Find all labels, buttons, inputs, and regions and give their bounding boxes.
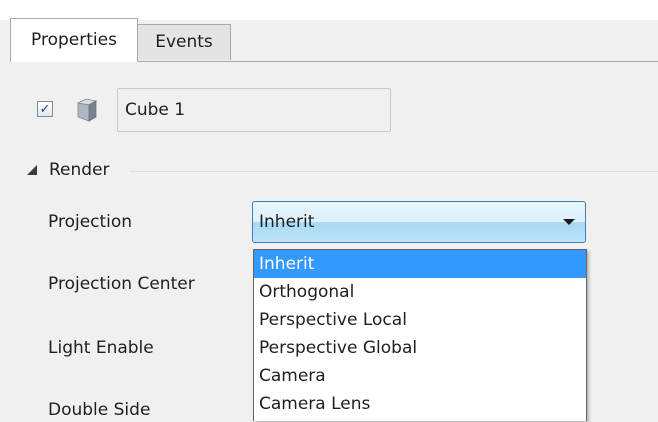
tab-properties-label: Properties [31, 30, 117, 50]
dropdown-option-orthogonal[interactable]: Orthogonal [254, 278, 586, 306]
tab-events-label: Events [155, 32, 213, 52]
property-label-double-side: Double Side [48, 400, 151, 420]
collapse-triangle-icon[interactable] [27, 165, 37, 175]
section-title-render: Render [49, 160, 110, 180]
tab-properties[interactable]: Properties [10, 18, 138, 62]
property-label-light-enable: Light Enable [48, 338, 154, 358]
tab-events[interactable]: Events [137, 24, 231, 60]
dropdown-option-camera-lens[interactable]: Camera Lens [254, 390, 586, 418]
dropdown-option-inherit[interactable]: Inherit [254, 250, 586, 278]
object-name-value: Cube 1 [125, 100, 186, 120]
projection-dropdown[interactable]: Inherit [252, 201, 586, 243]
dropdown-option-perspective-global[interactable]: Perspective Global [254, 334, 586, 362]
window-top-area [0, 0, 658, 20]
object-enabled-checkbox[interactable]: ✓ [37, 101, 53, 117]
chevron-down-icon [563, 219, 575, 225]
projection-selected-value: Inherit [259, 212, 315, 232]
cube-icon [76, 98, 98, 122]
checkmark-icon: ✓ [39, 101, 51, 117]
property-label-projection-center: Projection Center [48, 274, 195, 294]
dropdown-option-perspective-local[interactable]: Perspective Local [254, 306, 586, 334]
property-label-projection: Projection [48, 212, 133, 232]
object-name-field[interactable]: Cube 1 [117, 88, 391, 132]
section-divider [130, 171, 658, 172]
dropdown-option-camera[interactable]: Camera [254, 362, 586, 390]
projection-options-list: Inherit Orthogonal Perspective Local Per… [253, 249, 587, 421]
